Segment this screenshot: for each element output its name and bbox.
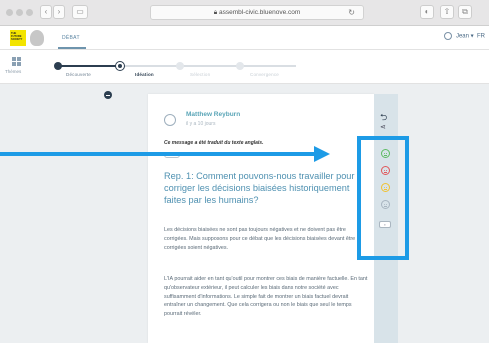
user-avatar-icon: [444, 32, 453, 40]
browser-toolbar: ‹ › ▭ 🔒︎ assembl-civic.bluenove.com ↻ ◐ …: [0, 0, 489, 26]
phase-label-ideation[interactable]: Idéation: [135, 72, 154, 77]
post-timestamp: il y a 10 jours: [186, 121, 216, 127]
chevron-down-icon: ▾: [470, 33, 474, 40]
highlight-box: [357, 136, 409, 260]
window-close-button[interactable]: [6, 9, 13, 16]
phase-label-convergence[interactable]: Convergence: [250, 72, 279, 77]
lock-icon: 🔒︎: [213, 9, 218, 16]
phase-label-selection[interactable]: Sélection: [190, 72, 210, 77]
post-paragraph: Les décisions biaisées ne sont pas toujo…: [164, 227, 356, 251]
annotation-arrow-head: [314, 146, 330, 162]
app-header: THE FUTURE SOCIETY DÉBAT Jean ▾ FR: [0, 26, 489, 50]
post-card: Matthew Reyburn il y a 10 jours Ce messa…: [148, 94, 374, 343]
author-avatar-icon: [164, 114, 176, 126]
window-minimize-button[interactable]: [16, 9, 23, 16]
user-menu[interactable]: Jean ▾ FR: [444, 32, 485, 40]
back-icon[interactable]: ‹: [40, 5, 52, 19]
language-selector[interactable]: FR: [477, 34, 485, 40]
forward-icon[interactable]: ›: [53, 5, 65, 19]
nav-active-indicator: [58, 47, 86, 49]
phase-node-convergence[interactable]: [236, 62, 244, 70]
post-paragraph: L'IA pourrait aider en tant qu'outil pou…: [164, 276, 368, 318]
annotation-arrow-line: [0, 152, 316, 156]
window-zoom-button[interactable]: [26, 9, 33, 16]
phase-timeline: Thèmes Découverte Idéation Sélection Con…: [0, 50, 489, 84]
phase-node-decouverte[interactable]: [54, 62, 62, 70]
phase-track-upcoming: [122, 65, 296, 67]
user-name: Jean: [455, 33, 469, 40]
reload-icon[interactable]: ↻: [348, 6, 355, 19]
extension-icon[interactable]: ◐: [420, 5, 434, 19]
nav-debat[interactable]: DÉBAT: [62, 35, 80, 41]
phase-node-selection[interactable]: [176, 62, 184, 70]
themes-grid-icon[interactable]: [12, 57, 21, 66]
phase-track-done: [57, 65, 122, 67]
partner-logo: [30, 30, 44, 46]
tabs-icon[interactable]: ⧉: [458, 5, 472, 19]
share-icon[interactable]: ⋖: [380, 123, 386, 131]
post-author[interactable]: Matthew Reyburn: [186, 111, 240, 118]
future-society-logo[interactable]: THE FUTURE SOCIETY: [10, 30, 26, 46]
translation-notice: Ce message a été traduit du texte anglai…: [164, 140, 264, 146]
post-title: Rep. 1: Comment pouvons-nous travailler …: [164, 171, 355, 205]
themes-label[interactable]: Thèmes: [5, 69, 21, 74]
phase-node-ideation[interactable]: [116, 62, 124, 70]
phase-label-decouverte[interactable]: Découverte: [66, 72, 91, 77]
address-bar[interactable]: 🔒︎ assembl-civic.bluenove.com ↻: [150, 5, 364, 20]
sidebar-toggle-icon[interactable]: ▭: [72, 5, 88, 19]
share-browser-icon[interactable]: ⇧: [440, 5, 454, 19]
collapse-thread-button[interactable]: [104, 91, 112, 99]
url-text: assembl-civic.bluenove.com: [218, 9, 301, 16]
